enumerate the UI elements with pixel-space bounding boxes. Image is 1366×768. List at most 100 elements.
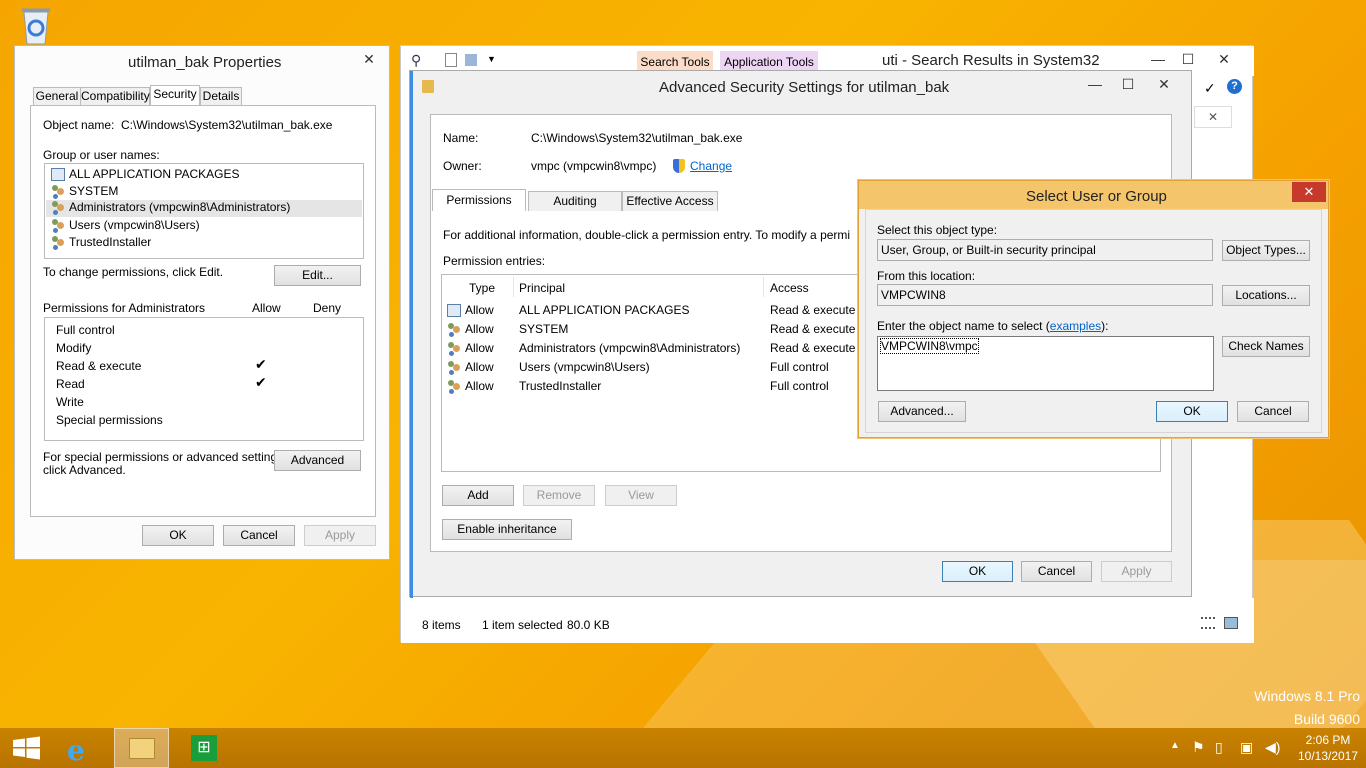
permission-row: Modify <box>56 341 92 355</box>
os-name-text: Windows 8.1 Pro <box>1254 688 1360 704</box>
file-explorer-button[interactable] <box>114 728 169 768</box>
search-icon[interactable]: ⚲ <box>411 52 421 69</box>
table-cell: Administrators (vmpcwin8\Administrators) <box>519 341 741 355</box>
list-item[interactable]: Users (vmpcwin8\Users) <box>51 218 200 232</box>
tab-security[interactable]: Security <box>150 85 200 105</box>
large-icons-view-icon[interactable] <box>1224 617 1238 629</box>
start-button[interactable] <box>0 728 54 768</box>
list-item[interactable]: ALL APPLICATION PACKAGES <box>51 167 240 182</box>
permissions-list: Full control Modify Read & execute ✔ Rea… <box>44 317 364 441</box>
properties-icon[interactable] <box>445 53 457 67</box>
internet-explorer-button[interactable]: e <box>55 728 109 768</box>
users-icon <box>447 342 461 355</box>
chevron-down-icon[interactable]: ✓ <box>1204 80 1216 97</box>
advanced-button[interactable]: Advanced... <box>878 401 966 422</box>
table-row[interactable]: Allow <box>447 341 494 355</box>
recycle-bin-icon[interactable] <box>18 6 54 46</box>
window-title: uti - Search Results in System32 <box>882 52 1100 69</box>
tab-general[interactable]: General <box>33 87 81 105</box>
ok-button[interactable]: OK <box>142 525 214 546</box>
users-icon <box>51 201 65 214</box>
taskbar: e ⊞ ▲ ⚑ ▯ ▣ ◀) 2:06 PM 10/13/2017 <box>0 728 1366 768</box>
details-view-icon[interactable] <box>1201 617 1215 629</box>
table-cell: Read & execute <box>770 341 856 355</box>
info-text: For additional information, double-click… <box>443 228 851 242</box>
permission-row: Read <box>56 377 85 391</box>
cancel-button[interactable]: Cancel <box>223 525 295 546</box>
tab-compatibility[interactable]: Compatibility <box>80 87 150 105</box>
maximize-button[interactable]: ☐ <box>1173 48 1203 70</box>
minimize-button[interactable]: — <box>1080 73 1110 95</box>
checkmark-icon: ✔ <box>255 356 267 372</box>
tab-details[interactable]: Details <box>200 87 242 105</box>
power-icon[interactable]: ▯ <box>1215 739 1223 756</box>
list-item[interactable]: SYSTEM <box>51 184 118 198</box>
locations-button[interactable]: Locations... <box>1222 285 1310 306</box>
change-owner-link[interactable]: Change <box>690 159 732 173</box>
list-item[interactable]: Administrators (vmpcwin8\Administrators) <box>46 200 362 217</box>
apply-button[interactable]: Apply <box>304 525 376 546</box>
name-label: Name: <box>443 131 479 145</box>
enable-inheritance-button[interactable]: Enable inheritance <box>442 519 572 540</box>
group-names-label: Group or user names: <box>43 148 160 162</box>
check-names-button[interactable]: Check Names <box>1222 336 1310 357</box>
folder-icon <box>129 738 155 759</box>
search-box[interactable]: ✕ <box>1194 106 1232 128</box>
close-button[interactable]: ✕ <box>1149 73 1179 95</box>
ok-button[interactable]: OK <box>942 561 1013 582</box>
minimize-button[interactable]: — <box>1143 48 1173 70</box>
apply-button[interactable]: Apply <box>1101 561 1172 582</box>
cancel-button[interactable]: Cancel <box>1237 401 1309 422</box>
table-cell: Full control <box>770 379 829 393</box>
network-icon[interactable]: ▣ <box>1240 739 1253 756</box>
clock[interactable]: 2:06 PM 10/13/2017 <box>1296 732 1360 764</box>
table-row[interactable]: Allow <box>447 303 494 318</box>
tab-permissions[interactable]: Permissions <box>432 189 526 211</box>
windows-logo-icon <box>13 736 40 760</box>
column-header-principal[interactable]: Principal <box>519 281 565 295</box>
advanced-button[interactable]: Advanced <box>274 450 361 471</box>
store-button[interactable]: ⊞ <box>176 728 230 768</box>
status-selected: 1 item selected <box>482 618 563 632</box>
group-list[interactable]: ALL APPLICATION PACKAGES SYSTEM Administ… <box>44 163 364 259</box>
list-item[interactable]: TrustedInstaller <box>51 235 151 249</box>
users-icon <box>447 380 461 393</box>
table-row[interactable]: Allow <box>447 360 494 374</box>
add-button[interactable]: Add <box>442 485 514 506</box>
edit-button[interactable]: Edit... <box>274 265 361 286</box>
table-cell: TrustedInstaller <box>519 379 602 393</box>
ie-icon: e <box>67 734 85 767</box>
examples-link[interactable]: examples <box>1050 319 1101 333</box>
folder-icon[interactable] <box>465 54 477 66</box>
table-cell: SYSTEM <box>519 322 569 336</box>
properties-window: utilman_bak Properties ✕ General Compati… <box>14 45 390 560</box>
permission-row: Full control <box>56 323 115 337</box>
chevron-down-icon[interactable]: ▼ <box>487 54 496 64</box>
maximize-button[interactable]: ☐ <box>1113 73 1143 95</box>
close-button[interactable]: ✕ <box>354 48 384 70</box>
folder-icon <box>422 80 434 93</box>
close-button[interactable]: ✕ <box>1292 182 1326 202</box>
column-header-access[interactable]: Access <box>770 281 809 295</box>
ok-button[interactable]: OK <box>1156 401 1228 422</box>
remove-button[interactable]: Remove <box>523 485 595 506</box>
action-center-icon[interactable]: ⚑ <box>1192 739 1205 756</box>
cancel-button[interactable]: Cancel <box>1021 561 1092 582</box>
tab-effective-access[interactable]: Effective Access <box>622 191 718 211</box>
table-row[interactable]: Allow <box>447 379 494 393</box>
name-value: C:\Windows\System32\utilman_bak.exe <box>531 131 743 145</box>
close-button[interactable]: ✕ <box>1209 48 1239 70</box>
package-icon <box>51 168 65 182</box>
tab-auditing[interactable]: Auditing <box>528 191 622 211</box>
object-types-button[interactable]: Object Types... <box>1222 240 1310 261</box>
table-row[interactable]: Allow <box>447 322 494 336</box>
owner-value: vmpc (vmpcwin8\vmpc) <box>531 159 657 173</box>
column-header-type[interactable]: Type <box>469 281 495 295</box>
object-name-input[interactable]: VMPCWIN8\vmpc <box>877 336 1214 391</box>
view-button[interactable]: View <box>605 485 677 506</box>
volume-icon[interactable]: ◀) <box>1265 739 1280 756</box>
help-icon[interactable]: ? <box>1227 79 1242 94</box>
object-name-label: Object name: <box>43 118 115 132</box>
permission-row: Special permissions <box>56 413 163 427</box>
show-hidden-icons-button[interactable]: ▲ <box>1170 740 1180 751</box>
